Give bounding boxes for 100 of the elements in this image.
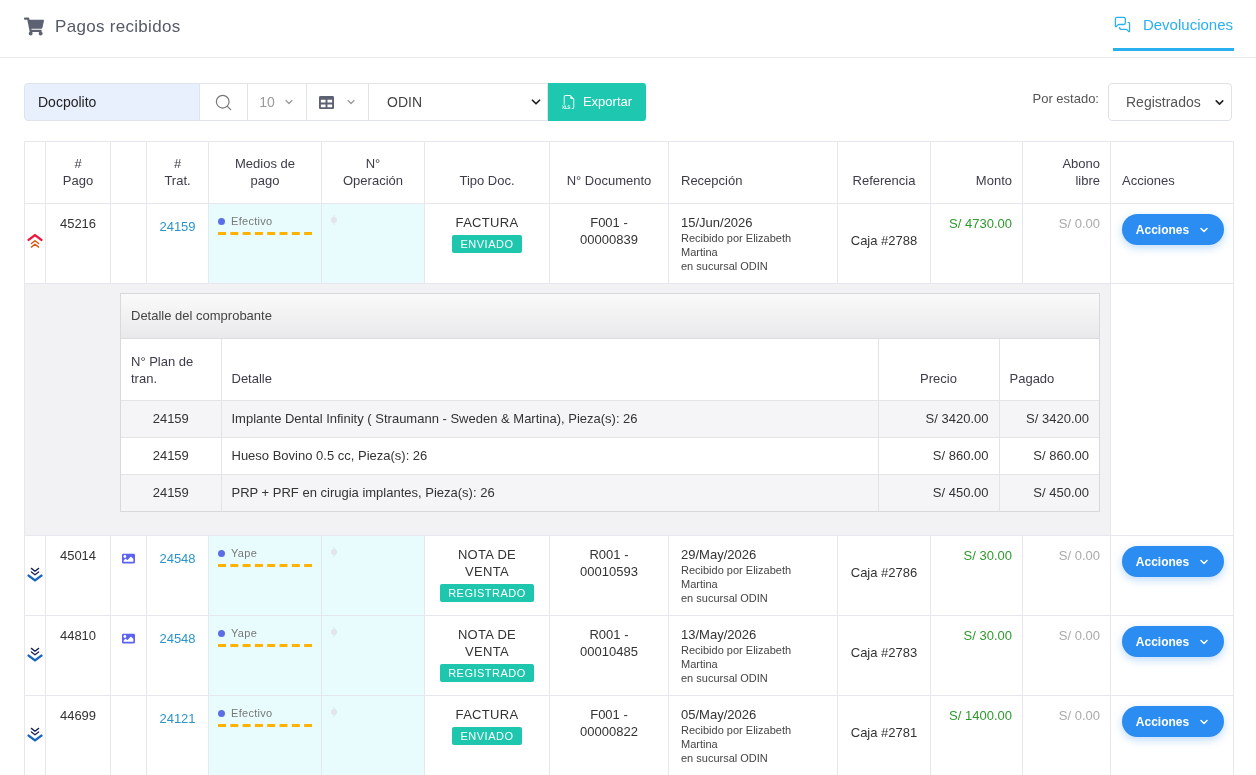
table-cell: Implante Dental Infinity ( Straumann - Sweden & Martina), Pieza(s): 26 [221, 400, 878, 437]
document-type: NOTA DE VENTA [456, 626, 518, 660]
reception-date: 15/Jun/2026 [681, 214, 754, 231]
treatment-link[interactable]: 24548 [159, 551, 196, 566]
marker-icon [331, 627, 337, 637]
amount-cell: S/ 30.00 [930, 535, 1023, 616]
column-header: Tipo Doc. [424, 141, 550, 204]
document-type: FACTURA [454, 214, 520, 231]
table-cell: PRP + PRF en cirugia implantes, Pieza(s): 26 [221, 474, 878, 511]
table-cell: 24159 [121, 437, 221, 474]
payment-method-label: Efectivo [231, 215, 273, 228]
document-type: NOTA DE VENTA [456, 546, 518, 580]
status-dropdown[interactable]: Registrados [1108, 83, 1232, 121]
branch-label: en sucursal ODIN [681, 671, 769, 685]
panel-title: Detalle del comprobante [121, 294, 1099, 339]
table-cell: S/ 0.00 [1022, 203, 1111, 284]
status-badge: ENVIADO [452, 727, 522, 745]
table-cell: 45216 [45, 203, 111, 284]
branch-label: en sucursal ODIN [681, 591, 769, 605]
column-header: # Pago [45, 141, 111, 204]
payment-method-label: Yape [231, 547, 258, 560]
status-badge: REGISTRADO [440, 664, 534, 682]
search-icon [214, 92, 233, 112]
bullet-icon [218, 550, 225, 557]
bullet-icon [218, 218, 225, 225]
table-cell: Hueso Bovino 0.5 cc, Pieza(s): 26 [221, 437, 878, 474]
table-cell: S/ 0.00 [1022, 535, 1111, 616]
actions-button[interactable]: Acciones [1122, 626, 1224, 657]
marker-icon [331, 707, 337, 717]
treatment-link[interactable]: 24121 [159, 711, 196, 726]
column-header: Detalle [221, 339, 878, 400]
export-button[interactable]: Exportar [548, 83, 646, 121]
chevrons-down-icon[interactable] [27, 725, 43, 743]
chevrons-up-icon[interactable] [27, 233, 43, 250]
table-cell: S/ 450.00 [999, 474, 1099, 511]
table-cell: S/ 3420.00 [878, 400, 999, 437]
column-header: N° Plan de tran. [121, 339, 221, 400]
table-cell: 44810 [45, 615, 111, 696]
table-cell: 45014 [45, 535, 111, 616]
table-cell: 24159 [121, 474, 221, 511]
actions-button[interactable]: Acciones [1122, 214, 1224, 245]
filter-label: Por estado: [1032, 90, 1099, 108]
image-icon[interactable] [121, 552, 136, 566]
marker-icon [331, 215, 337, 225]
page-title: Pagos recibidos [55, 16, 181, 38]
table-cell-text: F001 - 00000822 [579, 706, 639, 740]
page-size-dropdown[interactable]: 10 [248, 83, 307, 121]
columns-dropdown[interactable] [307, 83, 369, 121]
reception-date: 13/May/2026 [681, 626, 758, 643]
chat-bubbles-icon [1113, 16, 1131, 34]
amount-cell: S/ 4730.00 [930, 203, 1023, 284]
table-cell: S/ 450.00 [878, 474, 999, 511]
actions-button[interactable]: Acciones [1122, 706, 1224, 737]
search-field[interactable]: Docpolito [24, 83, 200, 121]
status-badge: ENVIADO [452, 235, 522, 253]
column-header: Medios de pago [208, 141, 322, 204]
column-header: Recepción [668, 141, 838, 204]
column-header: Referencia [837, 141, 931, 204]
chevrons-down-icon[interactable] [27, 645, 43, 663]
table-cell: S/ 860.00 [999, 437, 1099, 474]
document-type: FACTURA [454, 706, 520, 723]
column-header: Acciones [1110, 141, 1234, 204]
column-header: Precio [878, 339, 999, 400]
bullet-icon [218, 710, 225, 717]
table-cell: S/ 0.00 [1022, 615, 1111, 696]
table-cell: S/ 860.00 [878, 437, 999, 474]
spreadsheet-icon [561, 95, 576, 109]
marker-icon [331, 547, 337, 557]
table-icon [318, 94, 335, 110]
search-button[interactable] [200, 83, 248, 121]
status-badge: REGISTRADO [440, 584, 534, 602]
actions-button[interactable]: Acciones [1122, 546, 1224, 577]
table-cell-text: R001 - 00010485 [579, 626, 639, 660]
treatment-link[interactable]: 24159 [159, 219, 196, 234]
reception-date: 05/May/2026 [681, 706, 758, 723]
branch-dropdown[interactable]: ODIN [369, 83, 548, 121]
column-header: Pagado [999, 339, 1099, 400]
branch-label: en sucursal ODIN [681, 259, 769, 273]
reception-date: 29/May/2026 [681, 546, 758, 563]
table-cell-text: F001 - 00000839 [579, 214, 639, 248]
table-cell: S/ 3420.00 [999, 400, 1099, 437]
table-cell: Caja #2783 [837, 615, 931, 696]
chevrons-down-icon[interactable] [27, 565, 43, 583]
treatment-link[interactable]: 24548 [159, 631, 196, 646]
column-header: N° Operación [321, 141, 425, 204]
column-header: Abono libre [1022, 141, 1111, 204]
column-header: Monto [930, 141, 1023, 204]
image-icon[interactable] [121, 632, 136, 646]
column-header: # Trat. [146, 141, 209, 204]
tab[interactable]: Devoluciones [1112, 13, 1234, 51]
payment-method-label: Efectivo [231, 707, 273, 720]
column-header: N° Documento [549, 141, 669, 204]
branch-label: en sucursal ODIN [681, 751, 769, 765]
payment-method-label: Yape [231, 627, 258, 640]
cart-icon [24, 17, 44, 36]
table-cell: Caja #2786 [837, 535, 931, 616]
table-cell: Caja #2788 [837, 203, 931, 284]
table-cell: 24159 [121, 400, 221, 437]
bullet-icon [218, 630, 225, 637]
table-cell-text: R001 - 00010593 [579, 546, 639, 580]
